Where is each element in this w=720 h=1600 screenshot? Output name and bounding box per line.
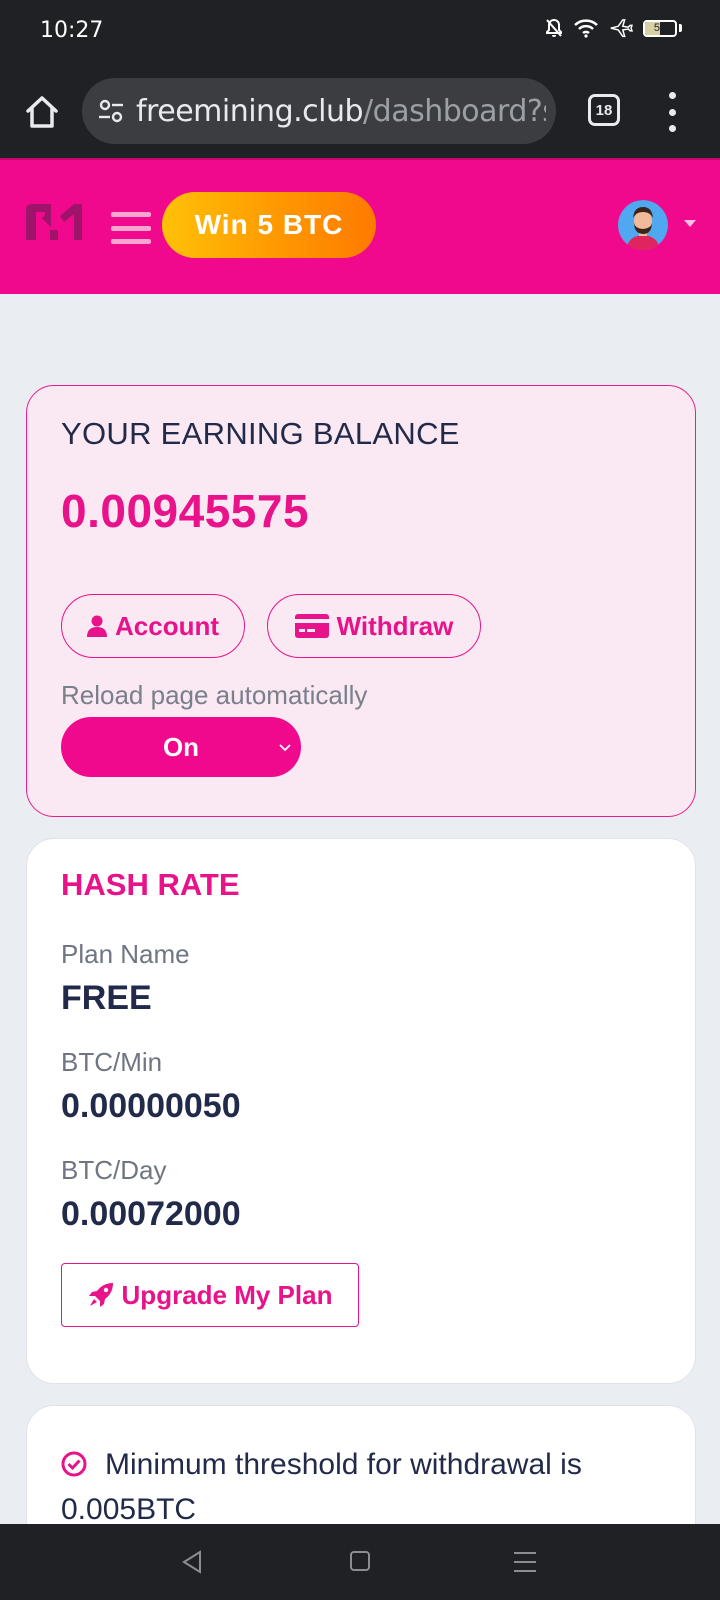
rocket-icon [88, 1283, 113, 1307]
win-btc-button[interactable]: Win 5 BTC [162, 192, 376, 258]
tab-switcher-button[interactable]: 18 [588, 94, 620, 126]
battery-tip [679, 24, 682, 32]
home-nav-icon[interactable] [350, 1551, 370, 1571]
site-settings-icon[interactable] [96, 96, 126, 126]
btc-per-min-value: 0.00000050 [61, 1087, 241, 1125]
chevron-down-icon [279, 744, 291, 752]
upgrade-plan-label: Upgrade My Plan [121, 1279, 333, 1310]
system-nav-bar [0, 1524, 720, 1600]
address-bar[interactable]: freemining.club/dashboard?s [82, 78, 556, 144]
hash-rate-card: HASH RATE Plan Name FREE BTC/Min 0.00000… [26, 838, 696, 1384]
upgrade-plan-button[interactable]: Upgrade My Plan [61, 1263, 359, 1327]
wifi-icon [574, 19, 598, 38]
withdraw-button[interactable]: Withdraw [267, 594, 481, 658]
plan-name-value: FREE [61, 979, 152, 1017]
balance-value: 0.00945575 [61, 485, 310, 537]
btc-per-day-value: 0.00072000 [61, 1195, 241, 1233]
url-path: /dashboard?s [363, 94, 546, 129]
account-label: Account [115, 610, 219, 641]
reload-page-value: On [162, 731, 200, 762]
home-icon[interactable] [22, 92, 62, 132]
earning-balance-card: YOUR EARNING BALANCE 0.00945575 Account … [26, 385, 696, 817]
site-logo[interactable] [24, 202, 88, 242]
more-menu-icon[interactable] [664, 92, 680, 132]
battery-icon: 50 [643, 19, 677, 37]
credit-card-icon [294, 614, 329, 638]
status-icons: 50 [545, 18, 682, 38]
back-icon[interactable] [180, 1549, 206, 1575]
url-host: freemining.club [136, 94, 364, 129]
hamburger-menu-icon[interactable] [111, 212, 151, 244]
reload-page-label: Reload page automatically [61, 680, 368, 710]
user-avatar[interactable] [618, 200, 668, 250]
btc-per-min-label: BTC/Min [61, 1047, 163, 1077]
account-button[interactable]: Account [61, 594, 245, 658]
btc-per-day-label: BTC/Day [61, 1155, 167, 1185]
user-icon [87, 615, 107, 637]
plan-name-label: Plan Name [61, 939, 190, 969]
url-text[interactable]: freemining.club/dashboard?s [136, 94, 546, 129]
browser-toolbar: freemining.club/dashboard?s 18 [0, 66, 720, 158]
recent-apps-icon[interactable] [514, 1552, 536, 1572]
avatar-dropdown-caret-icon[interactable] [684, 220, 696, 227]
hash-rate-title: HASH RATE [61, 867, 240, 902]
site-header: Win 5 BTC [0, 158, 720, 294]
status-time: 10:27 [40, 18, 104, 43]
withdraw-label: Withdraw [336, 610, 454, 641]
balance-title: YOUR EARNING BALANCE [61, 416, 460, 451]
airplane-icon [610, 19, 633, 38]
threshold-text: Minimum threshold for withdrawal is 0.00… [61, 1448, 582, 1526]
threshold-item: Minimum threshold for withdrawal is 0.00… [61, 1442, 661, 1532]
check-circle-icon [61, 1451, 87, 1477]
status-bar: 10:27 50 [0, 0, 720, 66]
mute-icon [546, 18, 562, 37]
battery-level: 50 [653, 22, 667, 34]
reload-page-select[interactable]: On [61, 717, 301, 777]
